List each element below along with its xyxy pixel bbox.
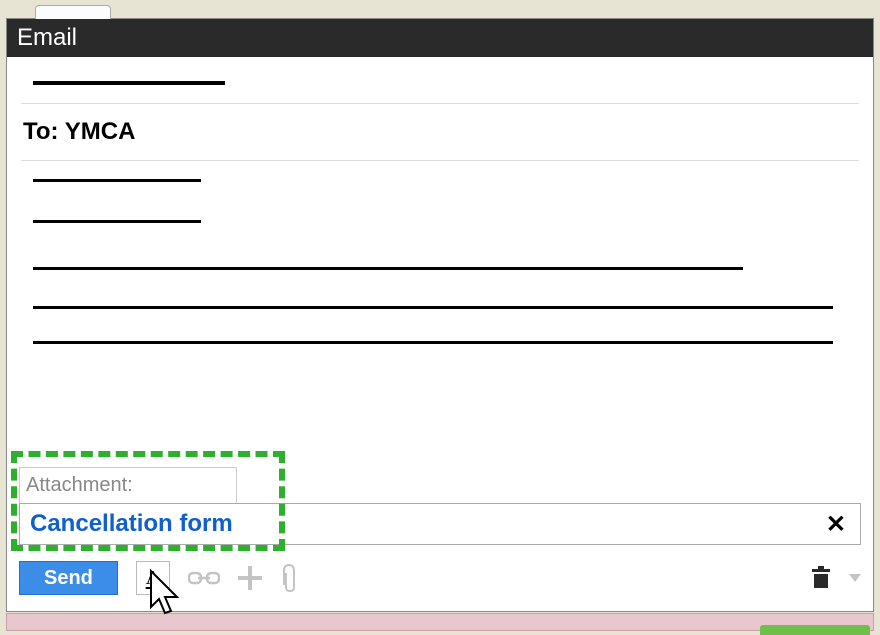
send-button-label: Send xyxy=(44,567,93,590)
status-indicator xyxy=(760,625,870,635)
subject-field[interactable] xyxy=(33,81,225,85)
status-bar xyxy=(6,613,874,631)
body-text-line[interactable] xyxy=(33,267,743,270)
body-text-line[interactable] xyxy=(33,306,833,309)
insert-link-button[interactable] xyxy=(188,570,220,586)
format-button-label: A xyxy=(146,567,160,590)
attachment-label: Attachment: xyxy=(19,467,237,503)
add-button[interactable] xyxy=(238,566,262,590)
divider xyxy=(21,160,859,161)
body-text-line[interactable] xyxy=(33,341,833,344)
send-button[interactable]: Send xyxy=(19,561,118,595)
attachment-row: Cancellation form ✕ xyxy=(19,503,861,545)
to-label: To: xyxy=(23,118,59,145)
chevron-down-icon xyxy=(849,574,861,582)
body-text-line[interactable] xyxy=(33,220,201,223)
plus-icon xyxy=(238,566,262,590)
more-options-button[interactable] xyxy=(849,574,861,582)
body-text-line[interactable] xyxy=(33,179,201,182)
email-content: To: YMCA xyxy=(7,57,873,344)
attachment-filename[interactable]: Cancellation form xyxy=(30,510,233,538)
footer-area: Attachment: Cancellation form ✕ Send A xyxy=(7,467,873,611)
format-button[interactable]: A xyxy=(136,561,170,595)
window-title: Email xyxy=(17,24,77,52)
remove-attachment-button[interactable]: ✕ xyxy=(822,510,850,539)
compose-toolbar: Send A xyxy=(19,559,861,597)
titlebar: Email xyxy=(7,19,873,57)
delete-button[interactable] xyxy=(811,566,831,590)
window-tab[interactable] xyxy=(35,5,111,19)
attach-file-button[interactable] xyxy=(280,563,298,593)
email-compose-window: Email To: YMCA Attachment: Cancellation … xyxy=(6,18,874,612)
to-field[interactable]: To: YMCA xyxy=(21,104,859,160)
to-recipient: YMCA xyxy=(65,118,136,145)
